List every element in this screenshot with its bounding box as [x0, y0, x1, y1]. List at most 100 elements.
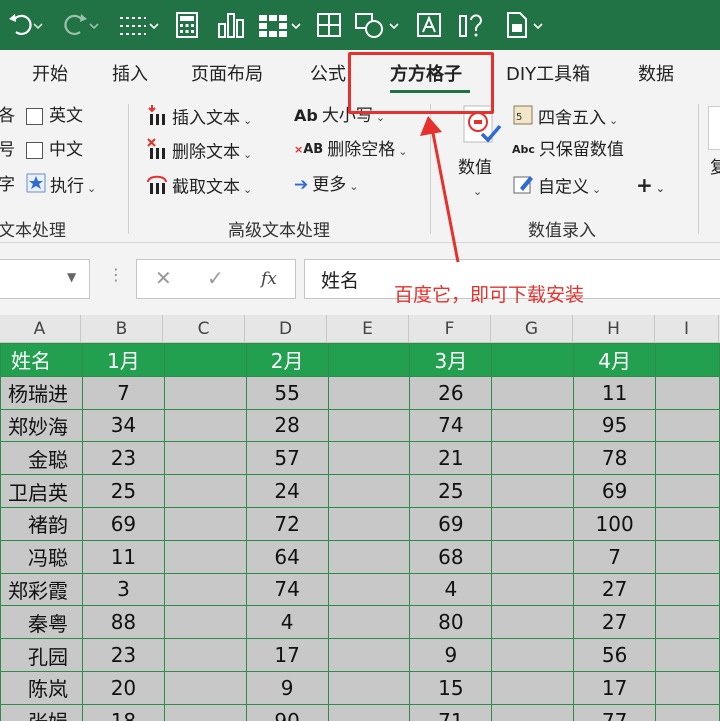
value-cell[interactable]: 69	[409, 506, 493, 541]
value-cell[interactable]	[163, 638, 247, 672]
name-cell[interactable]: 孔园	[0, 638, 83, 672]
tab-diy-toolbox[interactable]: DIY工具箱	[506, 60, 590, 86]
value-cell[interactable]	[491, 506, 575, 541]
column-header-h[interactable]: H	[573, 315, 655, 343]
value-cell[interactable]	[327, 474, 411, 508]
value-cell[interactable]: 7	[573, 539, 657, 574]
value-cell[interactable]	[163, 474, 247, 508]
value-cell[interactable]	[163, 506, 247, 541]
value-cell[interactable]: 24	[245, 474, 329, 508]
value-cell[interactable]	[163, 441, 247, 476]
value-cell[interactable]: 56	[573, 638, 657, 672]
value-cell[interactable]	[491, 638, 575, 672]
value-cell[interactable]: 69	[81, 506, 165, 541]
name-cell[interactable]: 陈岚	[0, 670, 83, 705]
tab-insert[interactable]: 插入	[112, 60, 148, 86]
value-cell[interactable]: 23	[81, 638, 165, 672]
value-cell[interactable]: 17	[573, 670, 657, 705]
header-cell[interactable]: 2月	[245, 343, 329, 377]
value-cell[interactable]: 78	[573, 441, 657, 476]
column-header-b[interactable]: B	[81, 315, 163, 343]
value-cell[interactable]	[327, 638, 411, 672]
value-button[interactable]: 数值 ⌄	[452, 104, 504, 208]
name-cell[interactable]: 卫启英	[0, 474, 83, 508]
value-cell[interactable]: 74	[409, 408, 493, 443]
value-cell[interactable]	[163, 572, 247, 607]
value-cell[interactable]	[491, 572, 575, 607]
delete-spaces-button[interactable]: ×AB 删除空格 ⌄	[294, 138, 407, 164]
tab-formulas[interactable]: 公式	[310, 60, 346, 86]
value-cell[interactable]: 9	[409, 638, 493, 672]
chevron-down-icon[interactable]: ▼	[67, 270, 76, 284]
bar-chart-icon[interactable]	[214, 10, 248, 40]
keep-values-button[interactable]: Abc 只保留数值	[512, 138, 624, 162]
value-cell[interactable]	[655, 638, 720, 672]
value-cell[interactable]	[491, 474, 575, 508]
value-cell[interactable]: 26	[409, 375, 493, 410]
name-cell[interactable]: 郑彩霞	[0, 572, 83, 607]
grid-lines-icon[interactable]	[116, 10, 160, 40]
document-icon[interactable]	[502, 10, 548, 40]
cancel-icon[interactable]: ✕	[155, 266, 172, 290]
value-cell[interactable]	[163, 703, 247, 721]
value-cell[interactable]	[163, 408, 247, 443]
value-cell[interactable]: 7	[81, 375, 165, 410]
custom-button[interactable]: 自定义 ⌄	[512, 173, 601, 202]
value-cell[interactable]: 23	[81, 441, 165, 476]
header-cell[interactable]: 3月	[409, 343, 493, 377]
tab-page-layout[interactable]: 页面布局	[191, 60, 263, 86]
value-cell[interactable]: 64	[245, 539, 329, 574]
value-cell[interactable]	[327, 703, 411, 721]
value-cell[interactable]: 4	[409, 572, 493, 607]
name-cell[interactable]: 褚韵	[0, 506, 83, 541]
value-cell[interactable]: 69	[573, 474, 657, 508]
value-cell[interactable]: 17	[245, 638, 329, 672]
value-cell[interactable]	[327, 572, 411, 607]
header-cell[interactable]: 姓名	[0, 343, 83, 377]
value-cell[interactable]: 68	[409, 539, 493, 574]
name-box[interactable]: ▼	[0, 259, 90, 299]
tab-home[interactable]: 开始	[32, 60, 68, 86]
checkbox-chinese[interactable]: 中文	[26, 138, 83, 162]
format-icon[interactable]	[314, 10, 344, 40]
value-cell[interactable]	[491, 375, 575, 410]
value-cell[interactable]: 27	[573, 572, 657, 607]
value-cell[interactable]: 88	[81, 605, 165, 640]
checkbox-english[interactable]: 英文	[26, 104, 83, 128]
text-box-icon[interactable]	[414, 10, 444, 40]
calculator-icon[interactable]	[172, 10, 202, 40]
value-cell[interactable]: 95	[573, 408, 657, 443]
checkbox-box[interactable]	[26, 141, 43, 159]
value-cell[interactable]: 34	[81, 408, 165, 443]
value-cell[interactable]: 28	[245, 408, 329, 443]
round-button[interactable]: 5 四舍五入 ⌄	[512, 104, 618, 133]
delete-text-button[interactable]: 删除文本 ⌄	[146, 138, 252, 167]
undo-icon[interactable]	[6, 10, 46, 40]
value-cell[interactable]	[163, 605, 247, 640]
value-cell[interactable]: 21	[409, 441, 493, 476]
value-cell[interactable]	[491, 703, 575, 721]
header-cell[interactable]	[327, 343, 411, 377]
value-cell[interactable]	[655, 474, 720, 508]
checkbox-box[interactable]	[26, 107, 43, 125]
value-cell[interactable]	[655, 506, 720, 541]
value-cell[interactable]: 9	[245, 670, 329, 705]
column-header-g[interactable]: G	[491, 315, 573, 343]
shapes-icon[interactable]	[352, 10, 404, 40]
name-cell[interactable]: 杨瑞进	[0, 375, 83, 410]
value-cell[interactable]	[655, 375, 720, 410]
value-cell[interactable]	[655, 670, 720, 705]
name-cell[interactable]: 冯聪	[0, 539, 83, 574]
value-cell[interactable]: 3	[81, 572, 165, 607]
name-cell[interactable]: 张娟	[0, 703, 83, 721]
column-header-e[interactable]: E	[327, 315, 409, 343]
insert-function-icon[interactable]: fx	[261, 269, 277, 289]
value-cell[interactable]	[491, 670, 575, 705]
value-cell[interactable]: 90	[245, 703, 329, 721]
value-cell[interactable]	[163, 539, 247, 574]
more-options-icon[interactable]: ⋮	[108, 265, 124, 284]
value-cell[interactable]	[655, 539, 720, 574]
value-cell[interactable]	[655, 605, 720, 640]
value-cell[interactable]: 80	[409, 605, 493, 640]
value-cell[interactable]	[327, 539, 411, 574]
